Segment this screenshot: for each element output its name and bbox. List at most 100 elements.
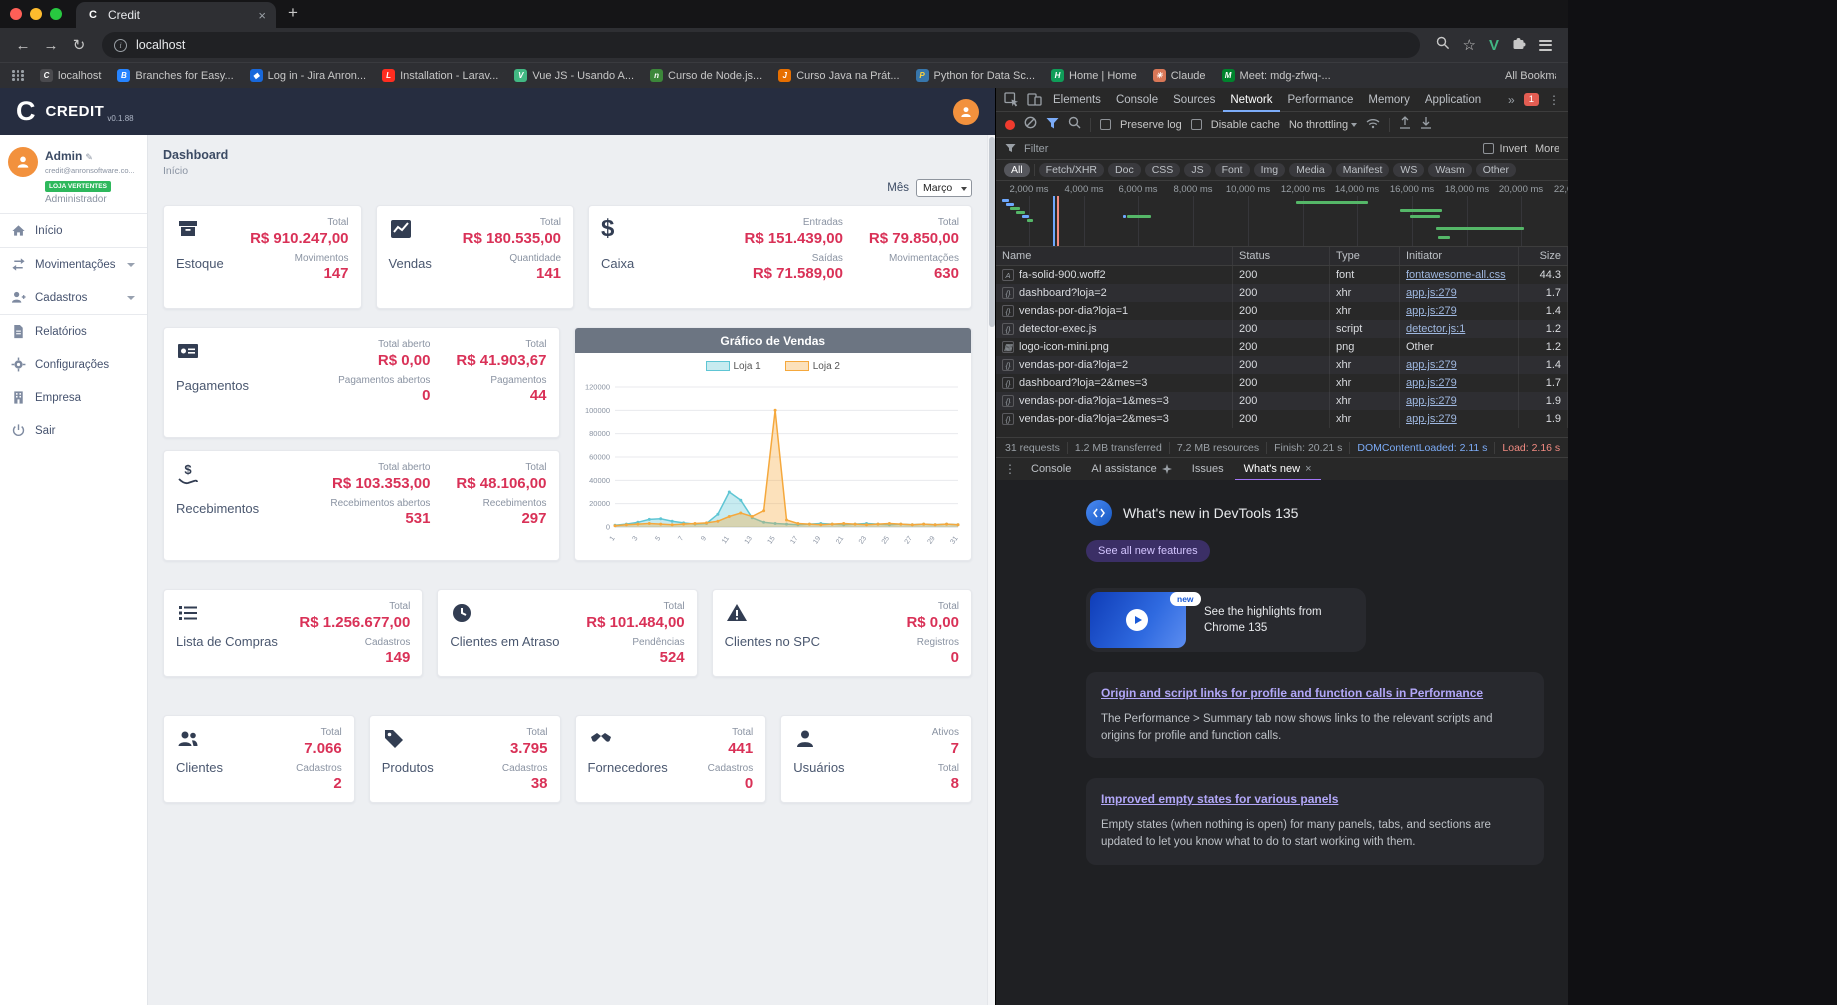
chip-media[interactable]: Media: [1289, 163, 1332, 177]
drawer-tab-ai-assistance[interactable]: AI assistance: [1082, 458, 1180, 481]
import-har-icon[interactable]: [1399, 115, 1411, 134]
edit-pencil-icon[interactable]: ✎: [85, 152, 93, 162]
section-heading-link[interactable]: Improved empty states for various panels: [1101, 791, 1529, 808]
initiator-link[interactable]: app.js:279: [1406, 413, 1457, 425]
export-har-icon[interactable]: [1420, 116, 1432, 134]
scrollbar[interactable]: [987, 135, 995, 1005]
avatar[interactable]: [8, 147, 38, 177]
column-type[interactable]: Type: [1330, 247, 1400, 265]
chip-js[interactable]: JS: [1184, 163, 1211, 177]
vue-devtools-icon[interactable]: V: [1489, 37, 1499, 54]
tab-performance[interactable]: Performance: [1281, 88, 1361, 112]
network-request-row[interactable]: dashboard?loja=2&mes=3 200 xhr app.js:27…: [996, 374, 1568, 392]
browser-menu-icon[interactable]: [1539, 39, 1552, 51]
sidebar-item-sair[interactable]: Sair: [0, 414, 147, 447]
chip-doc[interactable]: Doc: [1108, 163, 1141, 177]
close-icon[interactable]: ×: [1305, 463, 1311, 475]
column-status[interactable]: Status: [1233, 247, 1330, 265]
chip-other[interactable]: Other: [1475, 163, 1516, 177]
invert-checkbox[interactable]: [1483, 143, 1495, 154]
initiator-link[interactable]: detector.js:1: [1406, 323, 1465, 335]
search-icon[interactable]: [1436, 36, 1450, 55]
column-name[interactable]: Name: [996, 247, 1233, 265]
filter-funnel-icon[interactable]: [1046, 116, 1059, 134]
network-request-row[interactable]: fa-solid-900.woff2 200 font fontawesome-…: [996, 266, 1568, 284]
initiator-link[interactable]: app.js:279: [1406, 287, 1457, 299]
network-request-row[interactable]: vendas-por-dia?loja=1&mes=3 200 xhr app.…: [996, 392, 1568, 410]
bookmark-item[interactable]: ✳ Claude: [1152, 69, 1206, 82]
window-close-button[interactable]: [10, 8, 22, 20]
extensions-icon[interactable]: [1512, 36, 1526, 55]
bookmark-item[interactable]: M Meet: mdg-zfwq-...: [1221, 69, 1331, 82]
tab-network[interactable]: Network: [1223, 88, 1279, 112]
more-tabs-icon[interactable]: »: [1504, 93, 1519, 107]
chip-manifest[interactable]: Manifest: [1335, 163, 1390, 177]
apps-grid-icon[interactable]: [12, 70, 24, 81]
error-count-badge[interactable]: 1: [1523, 93, 1539, 106]
bookmark-item[interactable]: n Curso de Node.js...: [650, 69, 762, 82]
reload-icon[interactable]: ↻: [66, 32, 92, 58]
bookmark-item[interactable]: V Vue JS - Usando A...: [514, 69, 634, 82]
forward-icon[interactable]: →: [38, 32, 64, 58]
bookmark-item[interactable]: B Branches for Easy...: [117, 69, 234, 82]
throttling-select[interactable]: No throttling: [1289, 119, 1358, 131]
sidebar-item-empresa[interactable]: Empresa: [0, 381, 147, 414]
scrollbar-thumb[interactable]: [989, 137, 995, 327]
all-bookmarks-button[interactable]: All Bookmarks: [1500, 70, 1556, 82]
preserve-log-checkbox[interactable]: [1100, 119, 1111, 130]
chip-font[interactable]: Font: [1214, 163, 1250, 177]
initiator-link[interactable]: app.js:279: [1406, 359, 1457, 371]
bookmark-item[interactable]: Clocalhost: [40, 69, 101, 82]
initiator-link[interactable]: fontawesome-all.css: [1406, 269, 1506, 281]
tab-close-icon[interactable]: ×: [258, 8, 266, 23]
devtools-menu-icon[interactable]: ⋮: [1544, 93, 1564, 107]
drawer-menu-icon[interactable]: ⋮: [1000, 462, 1020, 476]
column-size[interactable]: Size: [1519, 247, 1568, 265]
more-filters-button[interactable]: More filters: [1535, 143, 1559, 155]
tab-elements[interactable]: Elements: [1046, 88, 1108, 112]
sidebar-item-cadastros[interactable]: Cadastros: [0, 281, 147, 314]
window-minimize-button[interactable]: [30, 8, 42, 20]
sidebar-item-movimentacoes[interactable]: Movimentações: [0, 248, 147, 281]
bookmark-item[interactable]: P Python for Data Sc...: [915, 69, 1035, 82]
search-icon[interactable]: [1068, 116, 1081, 134]
network-request-row[interactable]: vendas-por-dia?loja=2&mes=3 200 xhr app.…: [996, 410, 1568, 428]
initiator-link[interactable]: app.js:279: [1406, 305, 1457, 317]
network-conditions-icon[interactable]: [1366, 116, 1380, 134]
see-all-features-button[interactable]: See all new features: [1086, 540, 1210, 562]
initiator-link[interactable]: app.js:279: [1406, 395, 1457, 407]
bookmark-item[interactable]: H Home | Home: [1051, 69, 1137, 82]
bookmark-item[interactable]: J Curso Java na Prát...: [778, 69, 900, 82]
back-icon[interactable]: ←: [10, 32, 36, 58]
section-heading-link[interactable]: Origin and script links for profile and …: [1101, 685, 1529, 702]
initiator-link[interactable]: app.js:279: [1406, 377, 1457, 389]
network-request-row[interactable]: dashboard?loja=2 200 xhr app.js:279 1.7: [996, 284, 1568, 302]
tab-memory[interactable]: Memory: [1361, 88, 1417, 112]
record-icon[interactable]: [1005, 119, 1015, 130]
network-request-row[interactable]: detector-exec.js 200 script detector.js:…: [996, 320, 1568, 338]
site-info-icon[interactable]: i: [114, 38, 127, 52]
window-maximize-button[interactable]: [50, 8, 62, 20]
network-request-row[interactable]: vendas-por-dia?loja=1 200 xhr app.js:279…: [996, 302, 1568, 320]
chip-wasm[interactable]: Wasm: [1428, 163, 1472, 177]
disable-cache-checkbox[interactable]: [1190, 119, 1202, 130]
drawer-tab-whats-new[interactable]: What's new ×: [1235, 458, 1321, 481]
tab-sources[interactable]: Sources: [1166, 88, 1222, 112]
new-tab-button[interactable]: +: [288, 3, 298, 23]
chip-img[interactable]: Img: [1253, 163, 1286, 177]
tab-console[interactable]: Console: [1109, 88, 1165, 112]
column-initiator[interactable]: Initiator: [1400, 247, 1519, 265]
bookmark-star-icon[interactable]: ☆: [1463, 36, 1476, 54]
bookmark-item[interactable]: L Installation - Larav...: [382, 69, 498, 82]
address-bar[interactable]: i localhost: [102, 32, 1420, 58]
chip-fetch-xhr[interactable]: Fetch/XHR: [1038, 163, 1105, 177]
sidebar-item-inicio[interactable]: Início: [0, 214, 147, 247]
header-avatar[interactable]: [953, 98, 979, 125]
inspect-element-icon[interactable]: [1000, 90, 1022, 110]
chip-css[interactable]: CSS: [1144, 163, 1181, 177]
browser-tab[interactable]: C Credit ×: [76, 2, 276, 28]
chip-ws[interactable]: WS: [1393, 163, 1425, 177]
bookmark-item[interactable]: ◆ Log in - Jira Anron...: [249, 69, 366, 82]
play-icon[interactable]: [1126, 609, 1148, 631]
device-toolbar-icon[interactable]: [1023, 90, 1045, 110]
